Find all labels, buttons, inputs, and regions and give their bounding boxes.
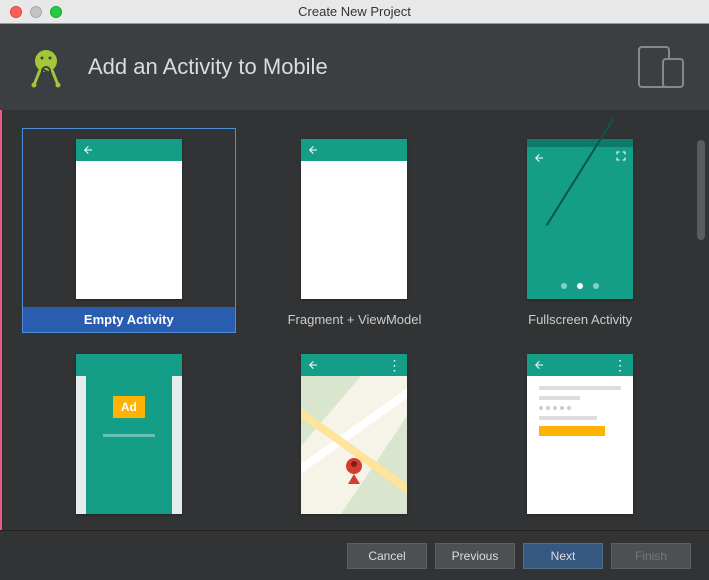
activity-card[interactable]: Fullscreen Activity <box>473 128 687 333</box>
activity-card[interactable]: ⋮ <box>248 343 462 530</box>
maximize-window-button[interactable] <box>50 6 62 18</box>
thumbnail-appbar <box>527 147 633 169</box>
back-arrow-icon <box>533 152 545 164</box>
thumbnail-appbar: ⋮ <box>527 354 633 376</box>
activity-thumbnail: ⋮ <box>301 354 407 514</box>
back-arrow-icon <box>307 359 319 371</box>
activity-label <box>249 522 461 530</box>
activity-card[interactable]: Ad <box>22 343 236 530</box>
page-title: Add an Activity to Mobile <box>88 54 328 80</box>
thumbnail-appbar <box>76 139 182 161</box>
thumbnail-appbar <box>76 354 182 376</box>
activity-thumbnail: Ad <box>76 354 182 514</box>
overflow-menu-icon: ⋮ <box>613 358 627 372</box>
window-controls <box>0 6 62 18</box>
back-arrow-icon <box>307 144 319 156</box>
activity-card[interactable]: Empty Activity <box>22 128 236 333</box>
minimize-window-button[interactable] <box>30 6 42 18</box>
previous-button[interactable]: Previous <box>435 543 515 569</box>
activity-gallery: Empty Activity Fragment + ViewModel Fullsc… <box>0 110 709 530</box>
titlebar: Create New Project <box>0 0 709 24</box>
finish-button[interactable]: Finish <box>611 543 691 569</box>
activity-card[interactable]: ⋮ <box>473 343 687 530</box>
activity-thumbnail <box>527 139 633 299</box>
scrollbar[interactable] <box>697 140 705 400</box>
ad-badge: Ad <box>113 396 145 418</box>
activity-card[interactable]: Fragment + ViewModel <box>248 128 462 333</box>
cancel-button[interactable]: Cancel <box>347 543 427 569</box>
activity-label: Empty Activity <box>23 307 235 332</box>
activity-label: Fullscreen Activity <box>474 307 686 332</box>
thumbnail-appbar <box>301 139 407 161</box>
back-arrow-icon <box>82 144 94 156</box>
fullscreen-icon <box>615 150 627 162</box>
activity-thumbnail <box>301 139 407 299</box>
activity-label: Fragment + ViewModel <box>249 307 461 332</box>
activity-thumbnail: ⋮ <box>527 354 633 514</box>
activity-label <box>23 522 235 530</box>
android-studio-logo-icon <box>22 43 70 91</box>
dialog-footer: Cancel Previous Next Finish <box>0 530 709 580</box>
window-title: Create New Project <box>0 4 709 19</box>
activity-thumbnail <box>76 139 182 299</box>
dialog-header: Add an Activity to Mobile <box>0 24 709 110</box>
scrollbar-thumb[interactable] <box>697 140 705 240</box>
next-button[interactable]: Next <box>523 543 603 569</box>
thumbnail-appbar: ⋮ <box>301 354 407 376</box>
back-arrow-icon <box>533 359 545 371</box>
overflow-menu-icon: ⋮ <box>387 358 401 372</box>
form-factor-icon <box>637 45 687 89</box>
close-window-button[interactable] <box>10 6 22 18</box>
activity-label <box>474 522 686 530</box>
